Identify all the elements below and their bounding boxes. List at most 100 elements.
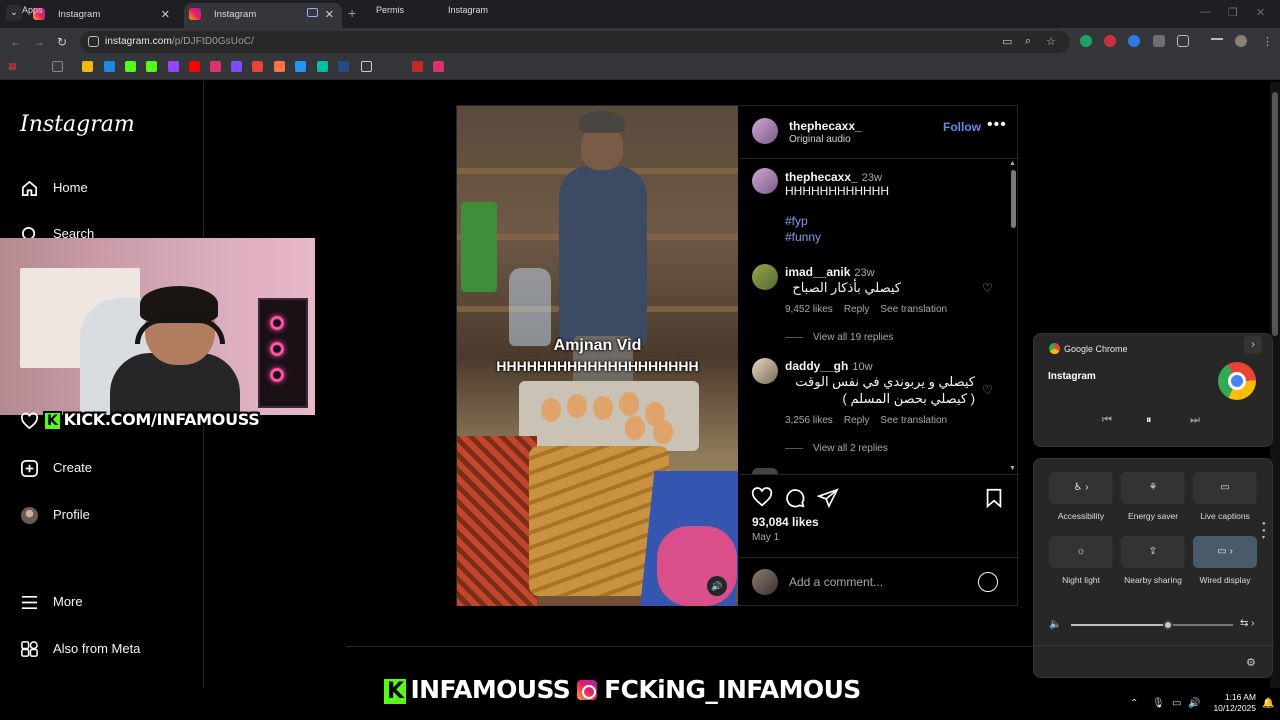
next-track-icon[interactable]: ⏭ — [1190, 414, 1200, 427]
page-scroll-thumb[interactable] — [1272, 92, 1278, 336]
reload-icon[interactable]: ↻ — [57, 35, 67, 49]
extension-icon[interactable] — [1080, 35, 1092, 47]
hashtag-link[interactable]: #fyp — [785, 214, 808, 228]
extension-icon[interactable] — [1153, 35, 1165, 47]
scroll-up-icon[interactable]: ▲ — [1009, 160, 1016, 167]
close-tab-icon[interactable]: ✕ — [161, 8, 170, 21]
share-icon[interactable] — [817, 487, 839, 509]
energy-saver-tile[interactable]: ⚘ — [1121, 472, 1185, 504]
previous-track-icon[interactable]: ⏮ — [1102, 414, 1112, 427]
post-video[interactable]: Amjnan Vid HHHHHHHHHHHHHHHHHHHH 🔊 — [457, 106, 738, 606]
see-translation-button[interactable]: See translation — [880, 415, 947, 426]
nav-create[interactable]: Create — [20, 457, 92, 479]
browser-tab-2[interactable]: Instagram ✕ — [184, 3, 342, 28]
settings-gear-icon[interactable]: ⚙ — [1246, 656, 1256, 669]
kick-bookmark-icon[interactable] — [125, 61, 136, 72]
taskbar-clock[interactable]: 1:16 AM 10/12/2025 — [1204, 692, 1256, 714]
like-comment-icon[interactable]: ♡ — [982, 281, 994, 295]
like-comment-icon[interactable]: ♡ — [982, 383, 994, 397]
media-playing-icon[interactable] — [307, 8, 318, 17]
more-options-icon[interactable]: ••• — [987, 116, 1007, 134]
author-avatar[interactable] — [752, 118, 778, 144]
new-tab-button[interactable]: + — [348, 5, 356, 21]
address-bar[interactable]: instagram.com/p/DJFtD0GsUoC/ ▭ ⌕ ☆ — [80, 31, 1070, 53]
tray-chevron-icon[interactable]: ⌃ — [1130, 698, 1138, 709]
profile-avatar-icon[interactable] — [1235, 35, 1247, 47]
like-heart-icon[interactable] — [751, 487, 773, 509]
audio-label[interactable]: Original audio — [789, 134, 851, 145]
nav-also-from-meta[interactable]: Also from Meta — [20, 638, 140, 660]
instagram-logo[interactable]: Instagram — [20, 112, 135, 137]
tab-search-button[interactable]: ⌄ — [6, 5, 22, 21]
scroll-down-icon[interactable]: ▼ — [1009, 465, 1016, 472]
live-captions-tile[interactable]: ▭ — [1193, 472, 1257, 504]
caption-avatar[interactable] — [752, 168, 778, 194]
night-light-tile[interactable]: ☼ — [1049, 536, 1113, 568]
extension-icon[interactable] — [1128, 35, 1140, 47]
browser-tab-1[interactable]: Instagram ✕ — [28, 3, 178, 28]
forward-icon[interactable]: → — [33, 35, 45, 49]
site-info-icon[interactable] — [88, 36, 99, 47]
view-replies-button[interactable]: View all 19 replies — [785, 332, 893, 343]
bookmark-icon[interactable] — [104, 61, 115, 72]
close-window-icon[interactable]: ✕ — [1256, 6, 1265, 19]
grid-bookmark-icon[interactable] — [52, 61, 63, 72]
comment-likes[interactable]: 3,256 likes — [785, 415, 833, 426]
maximize-icon[interactable]: ❐ — [1228, 6, 1238, 19]
wired-display-tile[interactable]: ▭ › — [1193, 536, 1257, 568]
like-count[interactable]: 93,084 likes — [752, 515, 819, 529]
expand-media-icon[interactable]: › — [1244, 336, 1262, 354]
volume-icon[interactable]: 🔈 — [1049, 619, 1061, 630]
bookmark-icon[interactable] — [338, 61, 349, 72]
reply-button[interactable]: Reply — [844, 415, 870, 426]
pause-icon[interactable]: ⏸ — [1146, 414, 1152, 427]
comments-scrollbar[interactable] — [1011, 170, 1016, 228]
microphone-icon[interactable]: 🎙 — [1152, 698, 1165, 709]
caption-handle[interactable]: thephecaxx_ — [785, 170, 858, 184]
bookmark-permis[interactable]: Permis — [376, 5, 404, 15]
volume-slider-handle[interactable] — [1163, 620, 1173, 630]
back-icon[interactable]: ← — [10, 35, 22, 49]
comment-likes[interactable]: 9,452 likes — [785, 304, 833, 315]
minimize-icon[interactable]: — — [1200, 6, 1211, 18]
comment-icon[interactable] — [784, 487, 806, 509]
comment-avatar[interactable] — [752, 358, 778, 384]
emoji-icon[interactable] — [978, 572, 998, 592]
bookmark-icon[interactable] — [317, 61, 328, 72]
accessibility-tile[interactable]: ♿ › — [1049, 472, 1113, 504]
audio-output-icon[interactable]: ⇆ › — [1240, 618, 1255, 629]
reading-list-icon[interactable] — [1211, 38, 1223, 46]
kick-bookmark-icon[interactable] — [146, 61, 157, 72]
bookmark-star-icon[interactable]: ☆ — [1046, 35, 1056, 48]
bookmark-instagram[interactable]: Instagram — [448, 5, 488, 15]
binance-bookmark-icon[interactable] — [82, 61, 93, 72]
zoom-icon[interactable]: ⌕ — [1025, 35, 1031, 48]
extensions-puzzle-icon[interactable] — [1177, 35, 1189, 47]
instagram-bookmark-icon[interactable] — [433, 61, 444, 72]
bookmark-icon[interactable] — [412, 61, 423, 72]
comment-handle[interactable]: daddy__gh — [785, 359, 848, 373]
reply-button[interactable]: Reply — [844, 304, 870, 315]
author-handle[interactable]: thephecaxx_ — [789, 119, 862, 133]
bookmark-icon[interactable] — [295, 61, 306, 72]
bookmark-icon[interactable] — [274, 61, 285, 72]
twitch-bookmark-icon[interactable] — [168, 61, 179, 72]
page-dots-icon[interactable]: ● ● ▾ — [1262, 521, 1266, 542]
follow-button[interactable]: Follow — [943, 120, 981, 134]
save-bookmark-icon[interactable] — [983, 487, 1005, 509]
close-tab-icon[interactable]: ✕ — [325, 8, 334, 21]
see-translation-button[interactable]: See translation — [880, 304, 947, 315]
extension-icon[interactable] — [1104, 35, 1116, 47]
network-icon[interactable]: ▭ — [1172, 698, 1181, 709]
nav-more[interactable]: More — [20, 591, 83, 613]
notifications-icon[interactable]: 🔔 — [1262, 698, 1274, 709]
hashtag-link[interactable]: #funny — [785, 230, 821, 244]
comment-avatar[interactable] — [752, 264, 778, 290]
bookmark-apps[interactable]: Apps — [22, 5, 43, 15]
youtube-bookmark-icon[interactable] — [189, 61, 200, 72]
add-comment-input[interactable]: Add a comment... — [789, 575, 883, 589]
install-app-icon[interactable]: ▭ — [1002, 35, 1012, 48]
gmail-bookmark-icon[interactable] — [252, 61, 263, 72]
chrome-menu-icon[interactable]: ⋮ — [1262, 35, 1273, 48]
nav-home[interactable]: Home — [20, 177, 88, 199]
